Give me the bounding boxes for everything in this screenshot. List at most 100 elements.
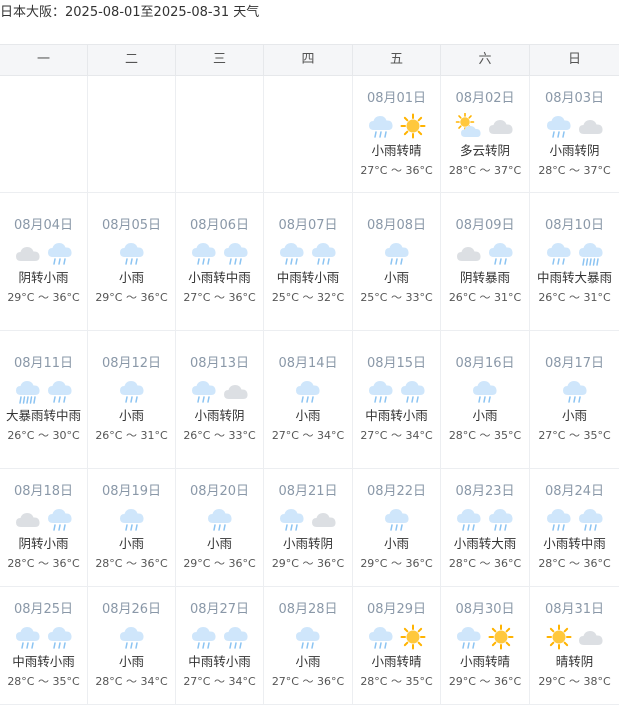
day-cell[interactable]: 08月28日 小雨 27°C ～ 36°C bbox=[264, 587, 353, 704]
day-date: 08月28日 bbox=[278, 602, 338, 617]
day-cell[interactable]: 08月15日 中雨转小雨 27°C ～ 34°C bbox=[353, 331, 441, 468]
day-cell[interactable]: 08月22日 小雨 29°C ～ 36°C bbox=[353, 469, 441, 586]
weekday-5: 五 bbox=[353, 45, 441, 75]
rain-cloud-icon bbox=[546, 115, 571, 138]
day-date: 08月12日 bbox=[101, 356, 162, 371]
day-date: 08月29日 bbox=[366, 602, 427, 617]
week-row: 08月18日 阴转小雨 28°C ～ 36°C 08月19日 小雨 28°C ～ 36°C… bbox=[0, 469, 619, 587]
weather-description: 小雨转晴 bbox=[371, 142, 422, 158]
weather-description: 小雨 bbox=[383, 270, 409, 285]
weather-icons bbox=[13, 624, 75, 650]
day-cell[interactable]: 08月24日 小雨转中雨 28°C ～ 36°C bbox=[530, 469, 619, 586]
day-date: 08月01日 bbox=[366, 90, 427, 106]
rain-cloud-icon bbox=[47, 627, 72, 649]
weather-icons bbox=[560, 378, 590, 404]
day-date: 08月05日 bbox=[101, 218, 162, 233]
temperature-range: 26°C ～ 31°C bbox=[95, 429, 168, 442]
rain-cloud-icon bbox=[47, 243, 72, 265]
weather-description: 晴转阴 bbox=[555, 654, 594, 669]
weather-description: 小雨 bbox=[472, 408, 498, 423]
weather-description: 小雨 bbox=[561, 408, 587, 423]
weather-icons bbox=[366, 378, 428, 404]
day-date: 08月31日 bbox=[544, 602, 605, 617]
cloud-icon bbox=[489, 119, 513, 134]
temperature-range: 26°C ～ 30°C bbox=[7, 429, 80, 442]
day-cell[interactable]: 08月31日 晴转阴 29°C ～ 38°C bbox=[530, 587, 619, 704]
rain-cloud-icon bbox=[207, 509, 232, 531]
weather-description: 中雨转大暴雨 bbox=[536, 270, 612, 285]
day-date: 08月19日 bbox=[101, 484, 162, 499]
day-cell[interactable]: 08月13日 小雨转阴 26°C ～ 33°C bbox=[176, 331, 264, 468]
sun-icon bbox=[488, 624, 514, 650]
rain-cloud-icon bbox=[368, 627, 393, 649]
day-cell[interactable]: 08月12日 小雨 26°C ～ 31°C bbox=[88, 331, 176, 468]
day-date: 08月23日 bbox=[455, 484, 515, 499]
weather-description: 小雨转阴 bbox=[549, 142, 600, 158]
day-cell[interactable]: 08月21日 小雨转阴 29°C ～ 36°C bbox=[264, 469, 353, 586]
day-cell[interactable]: 08月16日 小雨 28°C ～ 35°C bbox=[441, 331, 530, 468]
weather-description: 多云转阴 bbox=[459, 142, 510, 158]
day-cell[interactable]: 08月04日 阴转小雨 29°C ～ 36°C bbox=[0, 193, 88, 330]
temperature-range: 25°C ～ 33°C bbox=[360, 291, 433, 304]
weather-icons bbox=[382, 506, 412, 532]
rain-cloud-icon bbox=[119, 243, 144, 265]
day-date: 08月03日 bbox=[544, 90, 605, 106]
weather-icons bbox=[205, 506, 235, 532]
weather-description: 中雨转小雨 bbox=[12, 654, 75, 669]
rain-cloud-icon bbox=[296, 627, 320, 649]
temperature-range: 26°C ～ 33°C bbox=[183, 429, 256, 442]
day-cell[interactable]: 08月10日 中雨转大暴雨 26°C ～ 31°C bbox=[530, 193, 619, 330]
temperature-range: 27°C ～ 35°C bbox=[538, 429, 611, 442]
day-date: 08月22日 bbox=[366, 484, 427, 499]
weather-icons bbox=[366, 624, 428, 650]
cloud-icon bbox=[578, 119, 603, 134]
weather-icons bbox=[117, 506, 147, 532]
day-cell[interactable]: 08月11日 大暴雨转中雨 26°C ～ 30°C bbox=[0, 331, 88, 468]
day-cell[interactable]: 08月05日 小雨 29°C ～ 36°C bbox=[88, 193, 176, 330]
day-cell[interactable]: 08月20日 小雨 29°C ～ 36°C bbox=[176, 469, 264, 586]
day-cell[interactable]: 08月29日 小雨转晴 28°C ～ 35°C bbox=[353, 587, 441, 704]
sun-icon bbox=[400, 624, 425, 650]
day-cell[interactable]: 08月18日 阴转小雨 28°C ～ 36°C bbox=[0, 469, 88, 586]
day-cell[interactable]: 08月23日 小雨转大雨 28°C ～ 36°C bbox=[441, 469, 530, 586]
day-cell[interactable]: 08月02日 多云转阴 28°C ～ 37°C bbox=[441, 76, 530, 192]
day-cell[interactable]: 08月19日 小雨 28°C ～ 36°C bbox=[88, 469, 176, 586]
day-cell[interactable]: 08月26日 小雨 28°C ～ 34°C bbox=[88, 587, 176, 704]
temperature-range: 29°C ～ 36°C bbox=[448, 675, 522, 688]
calendar-grid: 08月01日 小雨转晴 27°C ～ 36°C 08月02日 多云转阴 28°C ～ 37… bbox=[0, 76, 619, 705]
weather-description: 小雨转晴 bbox=[459, 654, 510, 669]
temperature-range: 27°C ～ 36°C bbox=[183, 291, 256, 304]
weather-description: 小雨 bbox=[118, 408, 144, 423]
weather-icons bbox=[544, 240, 606, 266]
day-date: 08月11日 bbox=[13, 356, 74, 371]
sun-icon bbox=[400, 113, 425, 138]
temperature-range: 26°C ～ 31°C bbox=[538, 291, 611, 304]
weather-icons bbox=[454, 506, 516, 532]
day-cell[interactable]: 08月27日 中雨转小雨 27°C ～ 34°C bbox=[176, 587, 264, 704]
empty-day-cell bbox=[176, 76, 264, 192]
day-cell[interactable]: 08月30日 小雨转晴 29°C ～ 36°C bbox=[441, 587, 530, 704]
rain-cloud-icon bbox=[546, 509, 571, 531]
weekday-4: 四 bbox=[264, 45, 353, 75]
day-cell[interactable]: 08月09日 阴转暴雨 26°C ～ 31°C bbox=[441, 193, 530, 330]
weather-description: 小雨转中雨 bbox=[188, 270, 251, 285]
day-cell[interactable]: 08月17日 小雨 27°C ～ 35°C bbox=[530, 331, 619, 468]
weather-description: 小雨转大雨 bbox=[453, 536, 517, 551]
rain-cloud-icon bbox=[191, 627, 216, 649]
day-date: 08月20日 bbox=[189, 484, 250, 499]
weather-description: 小雨转阴 bbox=[282, 536, 333, 551]
day-date: 08月08日 bbox=[366, 218, 427, 233]
day-cell[interactable]: 08月03日 小雨转阴 28°C ～ 37°C bbox=[530, 76, 619, 192]
day-cell[interactable]: 08月08日 小雨 25°C ～ 33°C bbox=[353, 193, 441, 330]
rain-cloud-icon bbox=[312, 243, 336, 265]
weather-description: 阴转小雨 bbox=[18, 270, 69, 285]
day-cell[interactable]: 08月25日 中雨转小雨 28°C ～ 35°C bbox=[0, 587, 88, 704]
day-date: 08月15日 bbox=[366, 356, 427, 371]
day-date: 08月24日 bbox=[544, 484, 605, 499]
day-cell[interactable]: 08月01日 小雨转晴 27°C ～ 36°C bbox=[353, 76, 441, 192]
day-cell[interactable]: 08月14日 小雨 27°C ～ 34°C bbox=[264, 331, 353, 468]
weather-description: 小雨转阴 bbox=[194, 408, 245, 423]
day-cell[interactable]: 08月07日 中雨转小雨 25°C ～ 32°C bbox=[264, 193, 353, 330]
weather-description: 小雨 bbox=[295, 408, 321, 423]
day-cell[interactable]: 08月06日 小雨转中雨 27°C ～ 36°C bbox=[176, 193, 264, 330]
